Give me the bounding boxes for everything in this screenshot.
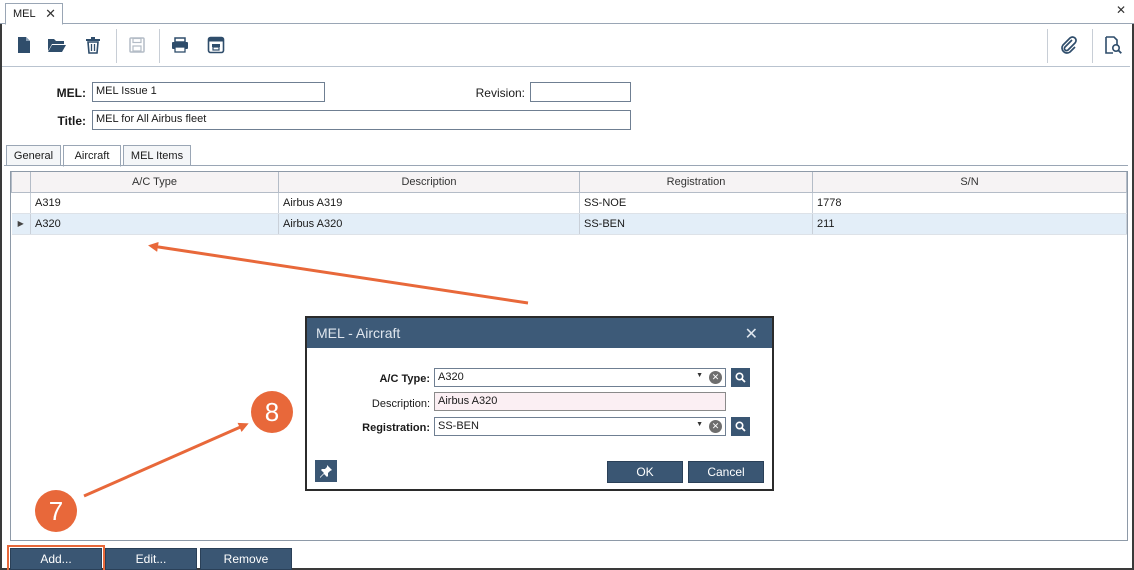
edit-button[interactable]: Edit... [105, 548, 197, 570]
toolbar-separator [1047, 29, 1048, 63]
ac-type-search-button[interactable] [731, 368, 750, 387]
tab-mel-items[interactable]: MEL Items [123, 145, 191, 166]
toolbar-separator [116, 29, 117, 63]
title-label: Title: [57, 114, 86, 128]
tab-general[interactable]: General [6, 145, 61, 166]
registration-search-button[interactable] [731, 417, 750, 436]
document-tab-mel[interactable]: MEL ✕ [5, 3, 63, 25]
revision-label: Revision: [475, 86, 525, 100]
registration-label: Registration: [362, 422, 430, 434]
cell-description[interactable]: Airbus A319 [278, 192, 580, 214]
clear-icon[interactable]: ✕ [709, 420, 722, 433]
add-button[interactable]: Add... [7, 545, 105, 570]
column-header-ac-type[interactable]: A/C Type [30, 172, 279, 193]
dialog-title: MEL - Aircraft [316, 325, 401, 341]
new-document-icon[interactable] [12, 33, 36, 57]
toolbar-separator [1092, 29, 1093, 63]
search-icon [735, 372, 746, 383]
document-tab-label: MEL [13, 8, 36, 20]
cancel-button[interactable]: Cancel [688, 461, 764, 483]
chevron-down-icon[interactable]: ▼ [696, 421, 703, 428]
open-folder-icon[interactable] [45, 33, 69, 57]
ac-type-value: A320 [438, 371, 464, 383]
close-tab-icon[interactable]: ✕ [45, 6, 56, 22]
revision-field[interactable] [530, 82, 631, 102]
row-indicator-header [11, 172, 31, 193]
save-icon[interactable] [125, 33, 149, 57]
ac-type-label: A/C Type: [379, 373, 430, 385]
ac-type-combo[interactable]: A320 ▼ ✕ [434, 368, 726, 387]
chevron-down-icon[interactable]: ▼ [696, 372, 703, 379]
toolbar-separator [159, 29, 160, 63]
description-field: Airbus A320 [434, 392, 726, 411]
mel-label: MEL: [56, 86, 86, 100]
print-icon[interactable] [168, 33, 192, 57]
document-search-icon[interactable] [1101, 33, 1125, 57]
dialog-title-bar: MEL - Aircraft ✕ [307, 318, 772, 348]
row-indicator [11, 192, 31, 214]
cell-ac-type[interactable]: A319 [30, 192, 279, 214]
cell-registration[interactable]: SS-NOE [579, 192, 813, 214]
cell-sn[interactable]: 211 [812, 213, 1127, 235]
column-header-sn[interactable]: S/N [812, 172, 1127, 193]
pin-icon [320, 465, 332, 478]
registration-combo[interactable]: SS-BEN ▼ ✕ [434, 417, 726, 436]
mel-aircraft-dialog: MEL - Aircraft ✕ A/C Type: A320 ▼ ✕ Desc… [305, 316, 774, 491]
close-icon[interactable]: ✕ [1116, 3, 1126, 17]
close-icon[interactable]: ✕ [745, 324, 758, 344]
grid-header-row: A/C Type Description Registration S/N [11, 172, 1127, 193]
document-tab-strip: MEL ✕ ✕ [0, 0, 1134, 25]
mel-field[interactable]: MEL Issue 1 [92, 82, 325, 102]
cell-sn[interactable]: 1778 [812, 192, 1127, 214]
pin-button[interactable] [315, 460, 337, 482]
cell-registration[interactable]: SS-BEN [579, 213, 813, 235]
step-7-badge: 7 [35, 490, 77, 532]
cell-description[interactable]: Airbus A320 [278, 213, 580, 235]
cell-ac-type[interactable]: A320 [30, 213, 279, 235]
tab-divider [4, 165, 1128, 166]
print-preview-icon[interactable] [204, 33, 228, 57]
delete-trash-icon[interactable] [81, 33, 105, 57]
attachment-icon[interactable] [1057, 33, 1081, 57]
registration-value: SS-BEN [438, 420, 479, 432]
column-header-description[interactable]: Description [278, 172, 580, 193]
description-label: Description: [371, 398, 430, 410]
tab-aircraft[interactable]: Aircraft [63, 145, 121, 167]
column-header-registration[interactable]: Registration [579, 172, 813, 193]
table-row-selected[interactable]: ▶ A320 Airbus A320 SS-BEN 211 [11, 213, 1127, 235]
clear-icon[interactable]: ✕ [709, 371, 722, 384]
step-8-badge: 8 [251, 391, 293, 433]
remove-button[interactable]: Remove [200, 548, 292, 570]
table-row[interactable]: A319 Airbus A319 SS-NOE 1778 [11, 192, 1127, 214]
search-icon [735, 421, 746, 432]
row-indicator-arrow-icon: ▶ [11, 213, 31, 235]
toolbar [2, 25, 1130, 67]
ok-button[interactable]: OK [607, 461, 683, 483]
title-field[interactable]: MEL for All Airbus fleet [92, 110, 631, 130]
